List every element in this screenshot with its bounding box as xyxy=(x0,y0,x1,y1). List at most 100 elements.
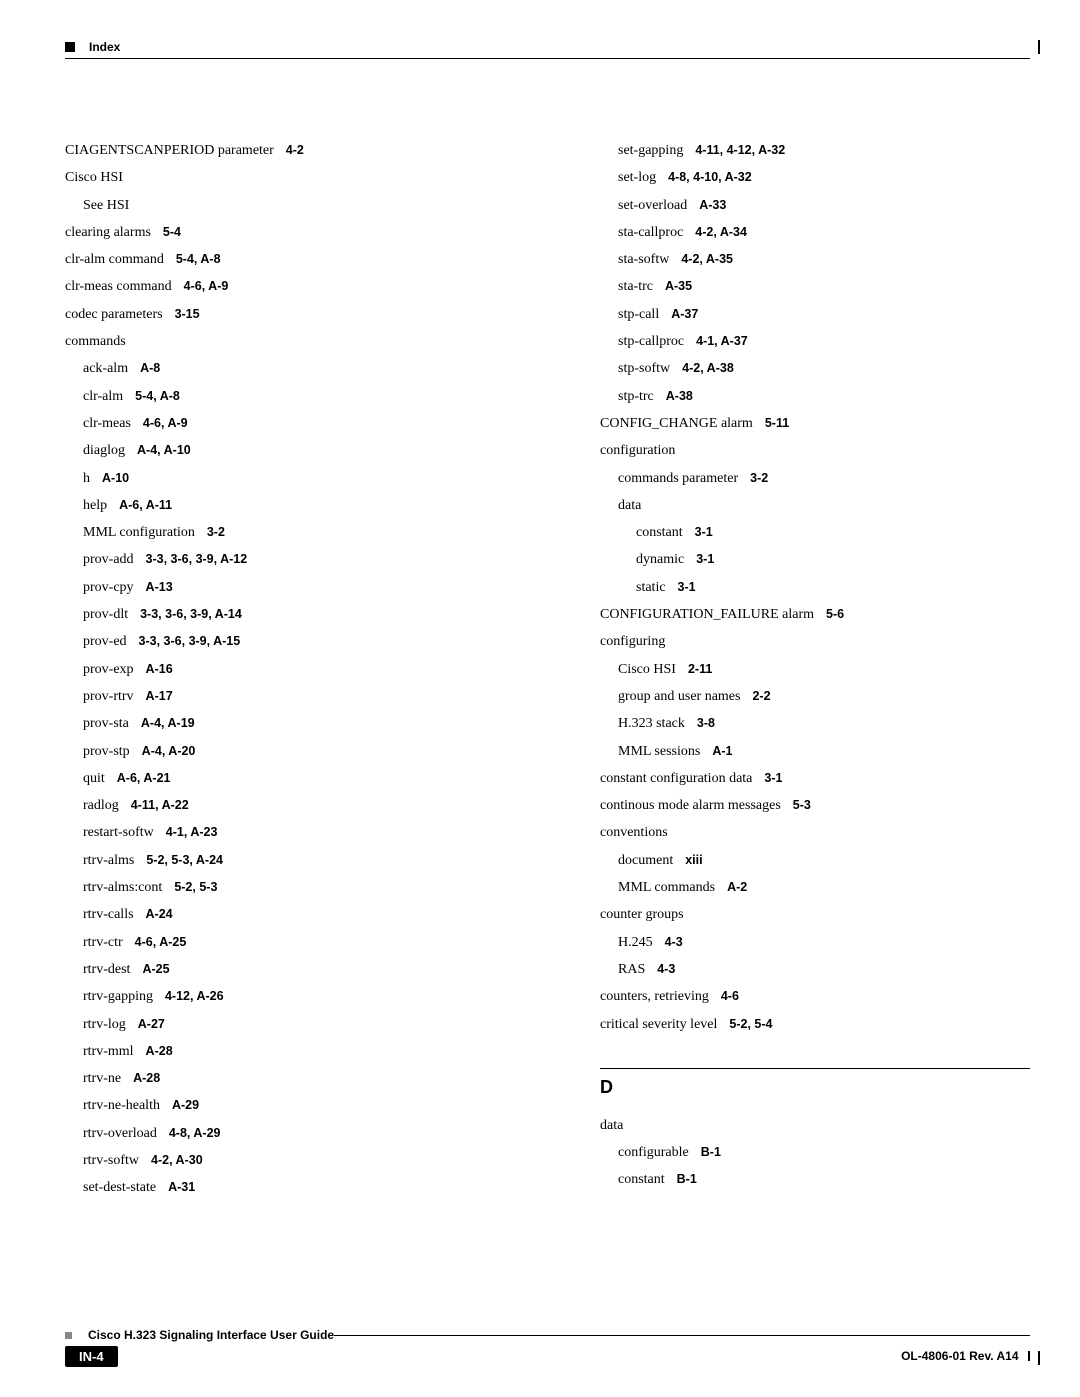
index-term: constant xyxy=(636,525,683,540)
index-entry: rtrv-overload4-8, A-29 xyxy=(65,1120,495,1147)
index-entry: radlog4-11, A-22 xyxy=(65,792,495,819)
index-entry: CONFIGURATION_FAILURE alarm 5-6 xyxy=(600,601,1030,628)
index-ref: 4-2 xyxy=(286,143,304,157)
index-entry: commands parameter3-2 xyxy=(600,465,1030,492)
index-ref: 4-2, A-35 xyxy=(681,252,733,266)
footer-marker-icon xyxy=(65,1332,72,1339)
index-ref: 3-15 xyxy=(175,307,200,321)
index-entry: data xyxy=(600,492,1030,519)
index-entry: set-gapping4-11, 4-12, A-32 xyxy=(600,137,1030,164)
index-ref: A-6, A-21 xyxy=(117,771,171,785)
index-term: clr-alm xyxy=(83,389,123,404)
index-term: CONFIG_CHANGE alarm xyxy=(600,416,753,431)
index-ref: 4-6, A-9 xyxy=(184,279,229,293)
index-term: configuration xyxy=(600,443,675,458)
index-entry: clr-alm command5-4, A-8 xyxy=(65,246,495,273)
index-term: prov-stp xyxy=(83,744,130,759)
index-entry: rtrv-destA-25 xyxy=(65,956,495,983)
index-term: configurable xyxy=(618,1145,689,1160)
page: Index CIAGENTSCANPERIOD parameter4-2Cisc… xyxy=(0,0,1080,1397)
index-ref: 3-2 xyxy=(207,525,225,539)
index-term: codec parameters xyxy=(65,307,163,322)
index-entry: H.2454-3 xyxy=(600,929,1030,956)
index-term: constant xyxy=(618,1172,665,1187)
index-entry: CIAGENTSCANPERIOD parameter4-2 xyxy=(65,137,495,164)
index-ref: 5-6 xyxy=(826,607,844,621)
footer-title: Cisco H.323 Signaling Interface User Gui… xyxy=(88,1328,334,1342)
index-entry: restart-softw4-1, A-23 xyxy=(65,819,495,846)
index-entry: MML configuration 3-2 xyxy=(65,519,495,546)
index-term: CONFIGURATION_FAILURE alarm xyxy=(600,607,814,622)
index-term: Cisco HSI xyxy=(65,170,123,185)
index-ref: 3-1 xyxy=(696,552,714,566)
index-entry: rtrv-logA-27 xyxy=(65,1011,495,1038)
index-ref: B-1 xyxy=(677,1172,697,1186)
index-term: MML configuration xyxy=(83,525,195,540)
index-ref: A-27 xyxy=(138,1017,165,1031)
index-term: set-log xyxy=(618,170,656,185)
index-entry: commands xyxy=(65,328,495,355)
index-entry: rtrv-mmlA-28 xyxy=(65,1038,495,1065)
index-entry: sta-callproc4-2, A-34 xyxy=(600,219,1030,246)
index-ref: 5-4 xyxy=(163,225,181,239)
index-entry: counters, retrieving4-6 xyxy=(600,983,1030,1010)
index-ref: A-6, A-11 xyxy=(119,498,172,512)
index-term: H.323 stack xyxy=(618,716,685,731)
index-term: prov-exp xyxy=(83,662,134,677)
index-term: prov-rtrv xyxy=(83,689,134,704)
index-entry: ack-almA-8 xyxy=(65,355,495,382)
index-term: stp-trc xyxy=(618,389,654,404)
section-letter: D xyxy=(600,1068,1030,1098)
index-term: sta-callproc xyxy=(618,225,683,240)
index-entry: set-log4-8, 4-10, A-32 xyxy=(600,164,1030,191)
index-ref: 2-2 xyxy=(752,689,770,703)
index-ref: A-17 xyxy=(146,689,173,703)
index-term: rtrv-softw xyxy=(83,1153,139,1168)
index-ref: A-8 xyxy=(140,361,160,375)
index-ref: A-28 xyxy=(146,1044,173,1058)
index-term: rtrv-alms:cont xyxy=(83,880,162,895)
index-term: rtrv-ne-health xyxy=(83,1098,160,1113)
index-entry: clr-alm5-4, A-8 xyxy=(65,383,495,410)
index-entry: clearing alarms 5-4 xyxy=(65,219,495,246)
index-ref: 4-11, A-22 xyxy=(131,798,189,812)
index-entry: prov-rtrv A-17 xyxy=(65,683,495,710)
index-entry: rtrv-ctr4-6, A-25 xyxy=(65,929,495,956)
page-number: IN-4 xyxy=(65,1346,118,1367)
index-term: clearing alarms xyxy=(65,225,151,240)
index-ref: 5-4, A-8 xyxy=(176,252,221,266)
index-ref: 3-8 xyxy=(697,716,715,730)
index-term: configuring xyxy=(600,634,665,649)
index-ref: 5-11 xyxy=(765,416,789,430)
index-ref: A-16 xyxy=(146,662,173,676)
index-term: continous mode alarm messages xyxy=(600,798,781,813)
index-term: See HSI xyxy=(83,198,129,213)
index-entry: Cisco HSI2-11 xyxy=(600,656,1030,683)
index-ref: A-31 xyxy=(168,1180,195,1194)
crop-mark xyxy=(1028,1351,1030,1361)
crop-mark xyxy=(1038,1351,1040,1365)
index-term: MML sessions xyxy=(618,744,700,759)
index-ref: 3-3, 3-6, 3-9, A-15 xyxy=(139,634,241,648)
index-term: commands xyxy=(65,334,126,349)
index-ref: 5-2, 5-3 xyxy=(174,880,217,894)
index-term: rtrv-ne xyxy=(83,1071,121,1086)
index-entry: rtrv-ne-healthA-29 xyxy=(65,1092,495,1119)
index-ref: 4-1, A-37 xyxy=(696,334,748,348)
index-entry: rtrv-softw4-2, A-30 xyxy=(65,1147,495,1174)
index-columns: CIAGENTSCANPERIOD parameter4-2 Cisco HSI S… xyxy=(65,137,1030,1202)
index-entry: stp-callA-37 xyxy=(600,301,1030,328)
index-entry: MML commandsA-2 xyxy=(600,874,1030,901)
index-term: dynamic xyxy=(636,552,684,567)
index-ref: 3-1 xyxy=(695,525,713,539)
index-term: prov-sta xyxy=(83,716,129,731)
index-entry: configurableB-1 xyxy=(600,1139,1030,1166)
index-entry: prov-staA-4, A-19 xyxy=(65,710,495,737)
index-term: help xyxy=(83,498,107,513)
index-term: counters, retrieving xyxy=(600,989,709,1004)
index-entry: help A-6, A-11 xyxy=(65,492,495,519)
index-entry: set-overloadA-33 xyxy=(600,192,1030,219)
index-entry: quitA-6, A-21 xyxy=(65,765,495,792)
index-term: static xyxy=(636,580,666,595)
index-term: conventions xyxy=(600,825,668,840)
